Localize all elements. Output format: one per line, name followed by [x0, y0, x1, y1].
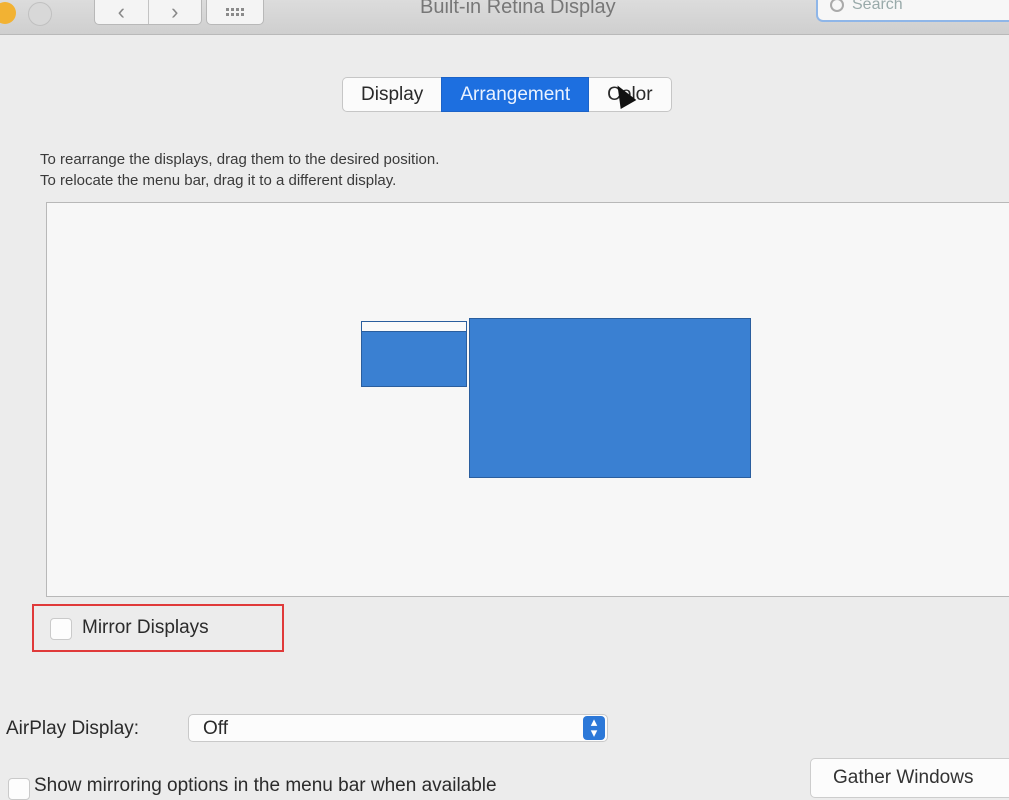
airplay-display-select[interactable]: Off ▴ ▾ — [188, 714, 608, 742]
display-arrangement-area — [46, 202, 1009, 597]
instruction-line-2: To relocate the menu bar, drag it to a d… — [40, 172, 397, 189]
navigation-buttons: ‹ › — [94, 0, 202, 25]
mirror-displays-label: Mirror Displays — [82, 617, 209, 638]
airplay-display-value: Off — [203, 718, 228, 739]
grid-icon — [226, 8, 244, 16]
airplay-display-label: AirPlay Display: — [6, 718, 140, 739]
tab-arrangement[interactable]: Arrangement — [441, 77, 590, 112]
back-button[interactable]: ‹ — [95, 0, 148, 24]
chevron-updown-icon: ▴ ▾ — [583, 715, 605, 740]
chevron-left-icon: ‹ — [117, 0, 125, 24]
show-all-button[interactable] — [206, 0, 264, 25]
forward-button[interactable]: › — [147, 0, 202, 24]
search-field[interactable]: Search — [816, 0, 1009, 22]
close-window-button[interactable] — [0, 2, 16, 24]
mirror-displays-checkbox[interactable] — [50, 618, 72, 640]
window-title: Built-in Retina Display — [420, 0, 616, 18]
gather-windows-label: Gather Windows — [833, 767, 974, 788]
primary-display[interactable] — [469, 318, 751, 478]
secondary-display[interactable] — [361, 331, 467, 387]
show-mirroring-checkbox[interactable] — [8, 778, 30, 800]
show-mirroring-label: Show mirroring options in the menu bar w… — [34, 775, 497, 796]
search-placeholder: Search — [852, 0, 903, 13]
chevron-right-icon: › — [171, 0, 179, 24]
search-icon — [830, 0, 844, 12]
menu-bar-indicator[interactable] — [361, 321, 467, 331]
tab-display[interactable]: Display — [342, 77, 442, 112]
gather-windows-button[interactable]: Gather Windows — [810, 758, 1009, 798]
window-titlebar: ‹ › Built-in Retina Display Search — [0, 0, 1009, 35]
minimize-window-button[interactable] — [28, 2, 52, 26]
instruction-line-1: To rearrange the displays, drag them to … — [40, 151, 440, 168]
